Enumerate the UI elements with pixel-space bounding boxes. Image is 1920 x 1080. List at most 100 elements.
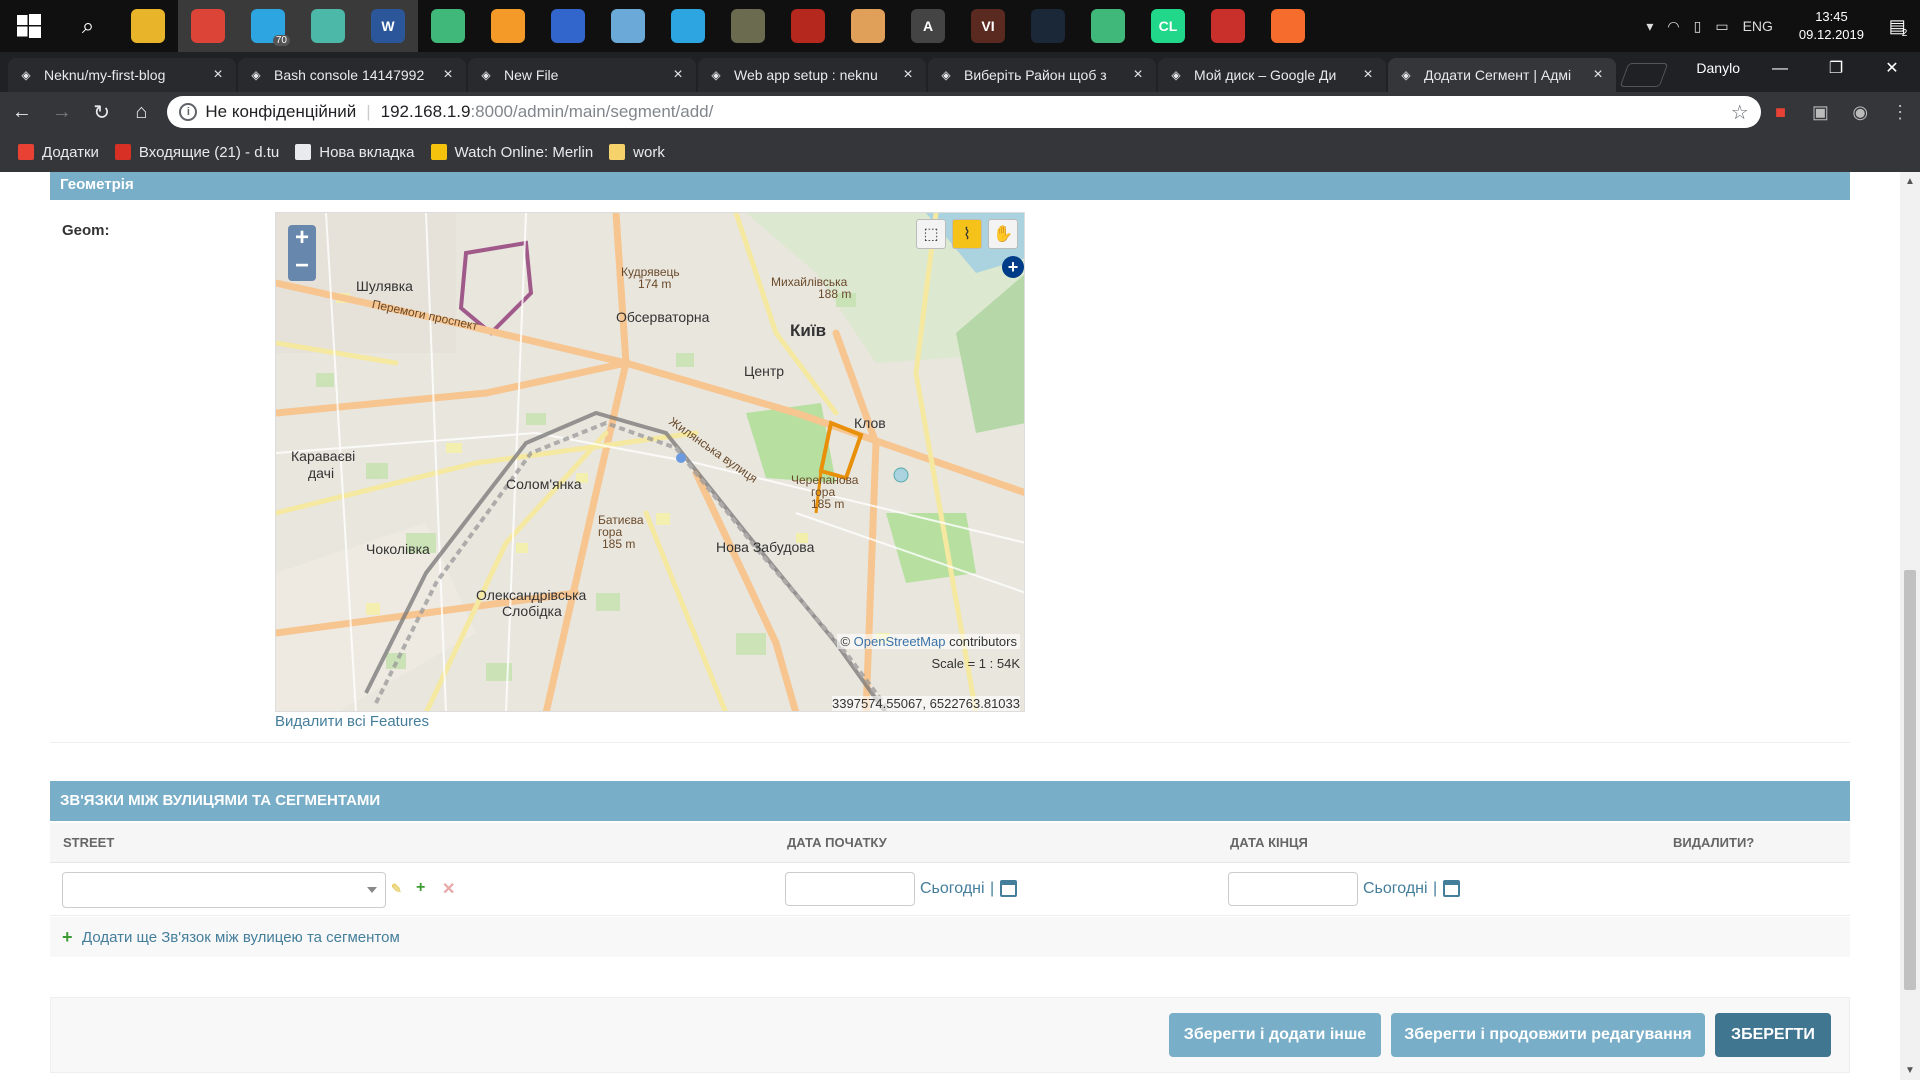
taskbar-app-file-explorer[interactable]	[118, 0, 178, 52]
taskbar-app-clion[interactable]: CL	[1138, 0, 1198, 52]
extension-icon[interactable]: ▣	[1801, 102, 1841, 123]
end-today-link[interactable]: Сьогодні	[1363, 880, 1428, 898]
close-tab-icon[interactable]: ×	[210, 66, 226, 84]
profile-name[interactable]: Danylo	[1696, 60, 1740, 76]
zoom-out-button[interactable]: −	[288, 253, 316, 281]
osm-link[interactable]: OpenStreetMap	[854, 634, 946, 649]
taskbar-app-paint[interactable]	[598, 0, 658, 52]
map-label: 185 m	[811, 497, 845, 511]
calendar-icon[interactable]	[1443, 880, 1460, 897]
taskbar-app-sublime[interactable]	[478, 0, 538, 52]
delete-related-icon[interactable]: ✕	[442, 879, 455, 899]
bookmark-item[interactable]: work	[609, 144, 665, 161]
close-tab-icon[interactable]: ×	[900, 66, 916, 84]
save-and-add-another-button[interactable]: Зберегти і додати інше	[1169, 1013, 1381, 1057]
browser-tab[interactable]: ◈ Виберіть Район щоб з ×	[928, 58, 1156, 92]
draw-line-icon[interactable]: ⌇	[952, 219, 982, 249]
page-scrollbar[interactable]: ▲ ▼	[1900, 172, 1920, 1080]
taskbar-app-word[interactable]: W	[358, 0, 418, 52]
end-date-input[interactable]	[1228, 872, 1358, 906]
clock[interactable]: 13:45 09.12.2019	[1787, 8, 1876, 44]
delete-all-features-link[interactable]: Видалити всі Features	[275, 713, 429, 730]
map-label: Шулявка	[356, 278, 413, 294]
pan-hand-icon[interactable]: ✋	[988, 219, 1018, 249]
taskbar-app-app-red[interactable]	[1198, 0, 1258, 52]
save-button[interactable]: ЗБЕРЕГТИ	[1715, 1013, 1831, 1057]
bookmark-star-icon[interactable]: ☆	[1731, 100, 1749, 125]
address-bar[interactable]: i Не конфіденційний | 192.168.1.9 :8000/…	[167, 96, 1761, 128]
save-and-continue-button[interactable]: Зберегти і продовжити редагування	[1391, 1013, 1705, 1057]
taskbar-app-inkscape[interactable]: A	[898, 0, 958, 52]
scroll-down-icon[interactable]: ▼	[1900, 1065, 1920, 1076]
incognito-icon[interactable]: ◉	[1840, 102, 1880, 123]
add-another-row[interactable]: + Додати ще Зв'язок між вулицею та сегме…	[50, 917, 1850, 957]
close-tab-icon[interactable]: ×	[440, 66, 456, 84]
browser-tab[interactable]: ◈ Додати Сегмент | Адмі ×	[1388, 58, 1616, 92]
restore-icon[interactable]: ❐	[1808, 52, 1864, 86]
start-date-input[interactable]	[785, 872, 915, 906]
street-select[interactable]	[62, 872, 386, 908]
zoom-in-button[interactable]: +	[288, 225, 316, 253]
back-icon[interactable]: ←	[4, 94, 40, 130]
forward-icon[interactable]: →	[44, 94, 80, 130]
add-another-link[interactable]: Додати ще Зв'язок між вулицею та сегмент…	[82, 929, 400, 946]
close-tab-icon[interactable]: ×	[1360, 66, 1376, 84]
close-tab-icon[interactable]: ×	[1590, 66, 1606, 84]
extension-icon[interactable]: ■	[1761, 102, 1801, 123]
add-related-icon[interactable]: +	[416, 879, 425, 897]
telegram2-icon	[671, 9, 705, 43]
new-tab-button[interactable]	[1619, 63, 1669, 87]
battery-icon[interactable]: ▭	[1715, 18, 1728, 35]
edit-related-icon[interactable]: ✎	[391, 881, 402, 897]
start-button[interactable]	[0, 0, 58, 52]
draw-polygon-icon[interactable]: ⬚	[916, 219, 946, 249]
taskbar-app-chrome[interactable]	[178, 0, 238, 52]
taskbar-app-vi[interactable]: VI	[958, 0, 1018, 52]
bookmark-item[interactable]: Нова вкладка	[295, 144, 415, 161]
info-icon[interactable]: i	[179, 103, 198, 121]
chevron-up-icon[interactable]: ▾	[1646, 18, 1653, 35]
scroll-up-icon[interactable]: ▲	[1900, 176, 1920, 187]
taskbar-app-network[interactable]	[538, 0, 598, 52]
calendar-icon[interactable]	[1000, 880, 1017, 897]
browser-tab[interactable]: ◈ Neknu/my-first-blog ×	[8, 58, 236, 92]
bookmark-label: work	[633, 143, 665, 161]
bookmark-item[interactable]: Watch Online: Merlin	[430, 144, 593, 161]
taskbar-app-atom2[interactable]	[1078, 0, 1138, 52]
taskbar-app-steam[interactable]	[1018, 0, 1078, 52]
taskbar-app-dota[interactable]	[778, 0, 838, 52]
browser-tab[interactable]: ◈ Мой диск – Google Ди ×	[1158, 58, 1386, 92]
browser-tab[interactable]: ◈ Bash console 14147992 ×	[238, 58, 466, 92]
taskbar-app-git-kraken[interactable]	[298, 0, 358, 52]
reload-icon[interactable]: ↻	[84, 94, 120, 130]
taskbar-app-telegram2[interactable]	[658, 0, 718, 52]
language-indicator[interactable]: ENG	[1743, 18, 1773, 34]
notification-center-button[interactable]: ▤ 2	[1876, 14, 1920, 39]
scrollbar-thumb[interactable]	[1904, 570, 1916, 990]
close-tab-icon[interactable]: ×	[670, 66, 686, 84]
menu-icon[interactable]: ⋮	[1880, 102, 1920, 123]
start-today-link[interactable]: Сьогодні	[920, 880, 985, 898]
phone-icon[interactable]: ▯	[1694, 18, 1702, 35]
file-explorer-icon	[131, 9, 165, 43]
taskbar-app-telegram[interactable]: 70	[238, 0, 298, 52]
taskbar-app-atom[interactable]	[418, 0, 478, 52]
notification-count: 2	[1901, 27, 1908, 39]
browser-tab[interactable]: ◈ Web app setup : neknu ×	[698, 58, 926, 92]
bookmark-item[interactable]: Додатки	[18, 144, 99, 161]
wifi-icon[interactable]: ◠	[1667, 18, 1679, 35]
map-widget[interactable]: Шулявка Перемоги проспект Кудрявець 174 m Ми…	[275, 212, 1025, 712]
taskbar-app-origin[interactable]	[1258, 0, 1318, 52]
home-icon[interactable]: ⌂	[124, 94, 160, 130]
taskbar-app-character[interactable]	[838, 0, 898, 52]
minimize-icon[interactable]: —	[1752, 52, 1808, 86]
search-icon[interactable]: ⌕	[58, 0, 118, 52]
layer-switcher-icon[interactable]: +	[1002, 256, 1024, 278]
taskbar-app-tank-game[interactable]	[718, 0, 778, 52]
tab-title: Виберіть Район щоб з	[964, 67, 1107, 83]
close-tab-icon[interactable]: ×	[1130, 66, 1146, 84]
windows-taskbar: ⌕ 70 W A VI CL ▾ ◠ ▯ ▭ ENG 13:45 09.12.2019 …	[0, 0, 1920, 52]
bookmark-item[interactable]: Входящие (21) - d.tu	[114, 144, 279, 161]
browser-tab[interactable]: ◈ New File ×	[468, 58, 696, 92]
close-window-icon[interactable]: ✕	[1864, 52, 1920, 86]
